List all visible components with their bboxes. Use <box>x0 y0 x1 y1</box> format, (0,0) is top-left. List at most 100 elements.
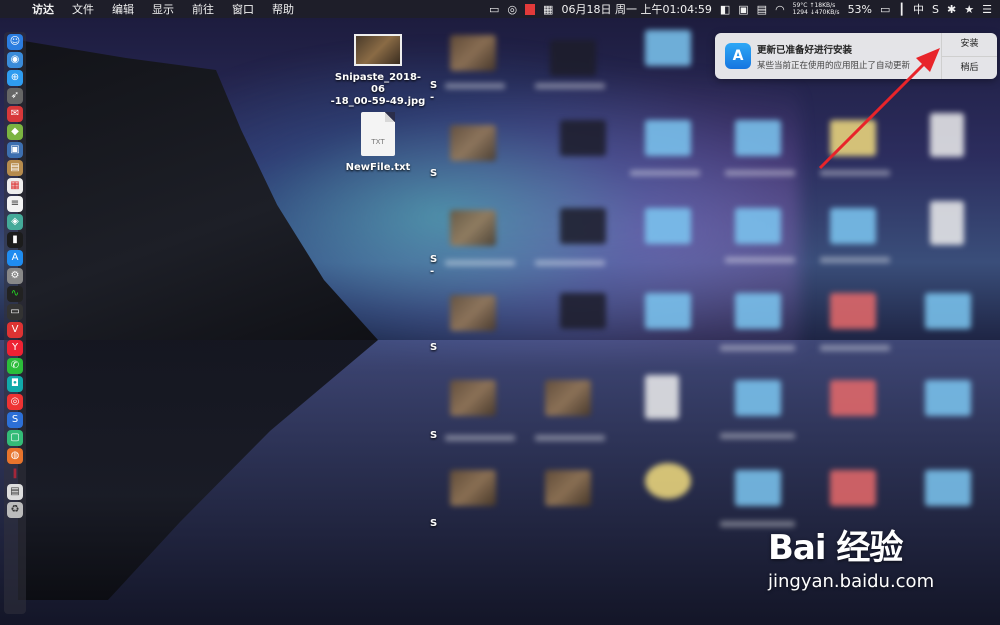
snipaste-dock-icon[interactable]: S <box>7 412 23 428</box>
notification-center-icon[interactable]: ☰ <box>982 3 992 16</box>
menu-help[interactable]: 帮助 <box>272 1 294 17</box>
blurred-folder <box>830 208 876 244</box>
wechat-icon[interactable]: ✆ <box>7 358 23 374</box>
blurred-folder <box>925 293 971 329</box>
baidu-watermark: Bai 经验 jingyan.baidu.com <box>768 520 934 592</box>
recording-icon[interactable] <box>525 3 532 15</box>
app-teal-icon[interactable]: ◘ <box>7 376 23 392</box>
calendar-icon[interactable]: ▦ <box>543 3 553 16</box>
blurred-folder <box>925 470 971 506</box>
vpn-icon[interactable]: ▤ <box>757 3 767 16</box>
later-button[interactable]: 稍后 <box>942 55 997 80</box>
menu-go[interactable]: 前往 <box>192 1 214 17</box>
globe-icon[interactable]: ◎ <box>507 3 517 16</box>
calendar-icon[interactable]: ▦ <box>7 178 23 194</box>
cut-label: - <box>430 266 435 277</box>
update-notification[interactable]: A 更新已准备好进行安装 某些当前正在使用的应用阻止了自动更新 安装 稍后 <box>715 33 997 79</box>
android-icon[interactable]: ◆ <box>7 124 23 140</box>
blurred-caption <box>445 260 515 266</box>
menu-view[interactable]: 显示 <box>152 1 174 17</box>
blurred-caption <box>725 170 795 176</box>
blurred-folder <box>645 208 691 244</box>
desktop-file-snipaste[interactable]: Snipaste_2018-06 -18_00-59-49.jpg <box>328 34 428 108</box>
bluetooth-icon[interactable]: ✱ <box>947 3 956 16</box>
maps-icon[interactable]: ◈ <box>7 214 23 230</box>
menu-finder[interactable]: 访达 <box>32 1 54 17</box>
blurred-thumb <box>560 120 606 156</box>
menu-window[interactable]: 窗口 <box>232 1 254 17</box>
net-down: ↓470KB/s <box>809 9 840 16</box>
finder-icon[interactable]: ☺ <box>7 34 23 50</box>
terminal-icon[interactable]: ▮ <box>7 232 23 248</box>
blurred-folder <box>735 380 781 416</box>
blurred-thumb <box>560 293 606 329</box>
blurred-folder <box>925 380 971 416</box>
launchpad-icon[interactable]: ➶ <box>7 88 23 104</box>
blurred-caption <box>445 83 505 89</box>
net-up: ↑18KB/s <box>809 2 836 9</box>
blurred-thumb <box>450 35 496 71</box>
blurred-caption <box>535 435 605 441</box>
blurred-caption <box>720 433 795 439</box>
install-button[interactable]: 安装 <box>942 33 997 56</box>
trash-icon[interactable]: ♻ <box>7 502 23 518</box>
cast-icon[interactable]: ◧ <box>720 3 730 16</box>
app-store-icon[interactable]: A <box>7 250 23 266</box>
notification-body: 更新已准备好进行安装 某些当前正在使用的应用阻止了自动更新 <box>757 33 941 79</box>
blurred-caption <box>535 83 605 89</box>
menu-edit[interactable]: 编辑 <box>112 1 134 17</box>
safari-icon[interactable]: ⊕ <box>7 70 23 86</box>
star-icon[interactable]: ★ <box>964 3 974 16</box>
blurred-caption <box>630 170 700 176</box>
siri-icon[interactable]: ◉ <box>7 52 23 68</box>
blurred-folder <box>645 120 691 156</box>
menubar-clock[interactable]: 06月18日 周一 上午01:04:59 <box>561 1 711 17</box>
blurred-desktop-icons <box>435 25 1000 545</box>
activity-monitor-icon[interactable]: ∿ <box>7 286 23 302</box>
blurred-thumb <box>545 470 591 506</box>
yandex-icon[interactable]: Y <box>7 340 23 356</box>
vivaldi-icon[interactable]: V <box>7 322 23 338</box>
blurred-doc <box>930 201 964 245</box>
file-label: Snipaste_2018-06 -18_00-59-49.jpg <box>330 72 426 107</box>
preview-icon[interactable]: ▣ <box>7 142 23 158</box>
display-icon[interactable]: ▭ <box>489 3 499 16</box>
image-capture-icon[interactable]: ▣ <box>738 3 748 16</box>
battery-icon[interactable]: ▭ <box>880 3 890 16</box>
blurred-thumb <box>450 210 496 246</box>
blurred-caption <box>820 257 890 263</box>
battery-percent[interactable]: 53% <box>848 3 872 16</box>
blurred-folder <box>735 470 781 506</box>
document-icon[interactable]: ▤ <box>7 484 23 500</box>
notification-text: 某些当前正在使用的应用阻止了自动更新 <box>757 61 911 71</box>
app-store-icon: A <box>725 43 751 69</box>
snipaste-icon[interactable]: S <box>932 3 939 16</box>
blurred-caption <box>445 435 515 441</box>
system-preferences-icon[interactable]: ⚙ <box>7 268 23 284</box>
cpu-fan: 1294 <box>792 9 808 16</box>
txt-badge: TXT <box>371 138 385 146</box>
console-icon[interactable]: ▭ <box>7 304 23 320</box>
app-red-icon[interactable]: ✉ <box>7 106 23 122</box>
blurred-caption <box>725 257 795 263</box>
desktop-file-newfile[interactable]: TXT NewFile.txt <box>328 112 428 174</box>
notes-icon[interactable]: ≡ <box>7 196 23 212</box>
menu-file[interactable]: 文件 <box>72 1 94 17</box>
notebook-icon[interactable]: ▤ <box>7 160 23 176</box>
text-file-icon: TXT <box>361 112 395 156</box>
cut-label: - <box>430 92 435 103</box>
wifi-icon[interactable]: ◠ <box>775 3 785 16</box>
blurred-folder <box>735 293 781 329</box>
blurred-folder <box>830 470 876 506</box>
dock: ☺ ◉ ⊕ ➶ ✉ ◆ ▣ ▤ ▦ ≡ ◈ ▮ A ⚙ ∿ ▭ V Y ✆ ◘ … <box>4 32 26 614</box>
blurred-doc <box>645 375 679 419</box>
blurred-thumb <box>450 125 496 161</box>
netease-music-icon[interactable]: ◎ <box>7 394 23 410</box>
cpu-temp: 59°C <box>792 2 808 9</box>
blurred-doc <box>930 113 964 157</box>
ubuntu-icon[interactable]: ◍ <box>7 448 23 464</box>
input-method[interactable]: 中 <box>913 1 924 17</box>
system-monitor[interactable]: 59°C ↑18KB/s 1294 ↓470KB/s <box>793 2 840 16</box>
blurred-folder <box>645 293 691 329</box>
app-window-icon[interactable]: ▢ <box>7 430 23 446</box>
